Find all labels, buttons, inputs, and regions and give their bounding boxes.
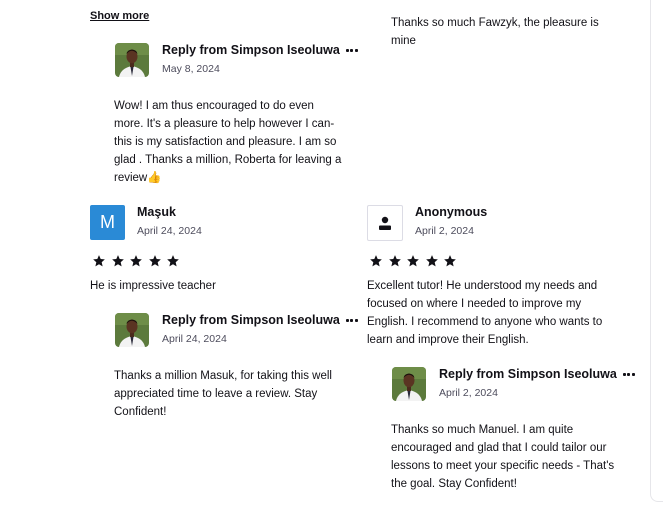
tutor-avatar [115,313,149,347]
reply-text: Thanks so much Fawzyk, the pleasure is m… [391,17,599,47]
reviewer-name: Anonymous [415,205,488,219]
reviewer-avatar [367,205,403,241]
side-panel-edge [650,0,663,502]
review-text: He is impressive teacher [90,280,216,292]
star-icon [130,255,142,267]
reply-header: Reply from Simpson Iseoluwa April 24, 20… [115,313,359,347]
more-options-icon[interactable] [345,315,360,325]
reply-author: Reply from Simpson Iseoluwa [162,43,340,57]
star-icon [111,255,124,267]
reply-text: Thanks so much Manuel. I am quite encour… [391,424,615,490]
review-header: Anonymous April 2, 2024 [367,205,487,241]
reply-text: Thanks a million Masuk, for taking this … [114,370,332,418]
star-icon [93,255,105,267]
reply-text: Wow! I am thus encouraged to do even mor… [114,100,342,184]
star-icon [370,255,382,267]
show-more-link[interactable]: Show more [90,10,149,22]
review-text: Excellent tutor! He understood my needs … [367,280,603,346]
reply-date: May 8, 2024 [162,63,220,75]
review-date: April 24, 2024 [137,225,202,237]
reply-header: Reply from Simpson Iseoluwa May 8, 2024 [115,43,359,77]
reply-header: Reply from Simpson Iseoluwa April 2, 202… [392,367,636,401]
more-options-icon[interactable] [345,45,360,55]
star-icon [388,255,401,267]
star-rating [369,254,462,268]
reply-author: Reply from Simpson Iseoluwa [162,313,340,327]
star-icon [167,255,179,267]
review-header: M Maşuk April 24, 2024 [90,205,202,240]
reply-date: April 2, 2024 [439,387,498,399]
star-icon [444,255,456,267]
reviewer-name: Maşuk [137,205,176,219]
star-icon [425,255,438,267]
star-icon [407,255,419,267]
tutor-avatar [115,43,149,77]
reviewer-avatar: M [90,205,125,240]
star-icon [148,255,161,267]
more-options-icon[interactable] [622,369,637,379]
review-date: April 2, 2024 [415,225,474,237]
person-icon [379,216,391,230]
tutor-avatar [392,367,426,401]
reply-author: Reply from Simpson Iseoluwa [439,367,617,381]
star-rating [92,254,185,268]
reply-date: April 24, 2024 [162,333,227,345]
